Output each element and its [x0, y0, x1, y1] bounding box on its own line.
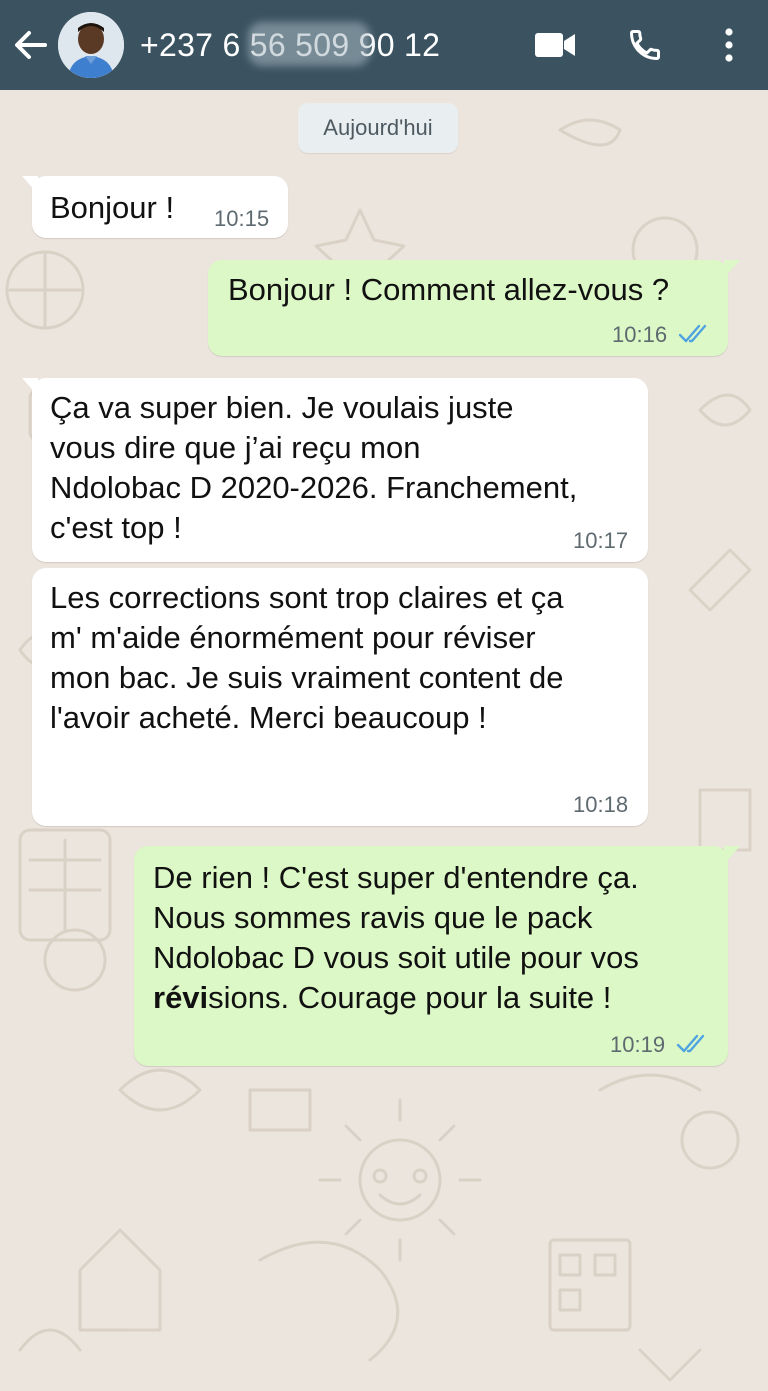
more-options-button[interactable] — [690, 0, 768, 90]
message-line: Les corrections sont trop claires et ça — [50, 580, 564, 615]
read-double-check-icon — [676, 1034, 705, 1053]
message-line: Ndolobac D vous soit utile pour vos — [153, 940, 639, 975]
message-line: De rien ! C'est super d'entendre ça. — [153, 860, 639, 895]
message-text: Bonjour ! — [50, 190, 175, 225]
back-arrow-icon — [15, 31, 47, 59]
message-text: Bonjour ! Comment allez-vous ? — [228, 272, 670, 307]
message-time: 10:15 — [214, 206, 270, 231]
bubble-tail — [724, 846, 740, 864]
message-line: mon bac. Je suis vraiment content de — [50, 660, 564, 695]
message-line: m' m'aide énormément pour réviser — [50, 620, 536, 655]
bubble-tail — [22, 176, 38, 194]
message-line: c'est top ! — [50, 510, 182, 545]
message-bubble-outgoing[interactable]: De rien ! C'est super d'entendre ça. Nou… — [134, 846, 740, 1066]
message-line: Nous sommes ravis que le pack — [153, 900, 593, 935]
avatar[interactable] — [58, 12, 124, 78]
chat-header: +237 6 56 509 90 12 — [0, 0, 768, 90]
message-line: vous dire que j’ai reçu mon — [50, 430, 421, 465]
message-line: Ça va super bien. Je voulais juste — [50, 390, 514, 425]
message-line-rest: sions. Courage pour la suite ! — [208, 980, 612, 1015]
voice-call-button[interactable] — [600, 0, 690, 90]
message-bubble-incoming[interactable]: Bonjour ! 10:15 — [22, 176, 288, 238]
message-time: 10:18 — [573, 792, 629, 817]
message-line: Ndolobac D 2020-2026. Franchement, — [50, 470, 578, 505]
phone-icon — [630, 30, 660, 60]
bold-fragment: révi — [153, 980, 209, 1015]
message-bubble-incoming[interactable]: Les corrections sont trop claires et ça … — [32, 568, 648, 826]
message-line: l'avoir acheté. Merci beaucoup ! — [50, 700, 487, 735]
message-time: 10:16 — [612, 322, 668, 347]
message-bubble-incoming[interactable]: Ça va super bien. Je voulais juste vous … — [22, 378, 648, 562]
message-time: 10:19 — [610, 1032, 666, 1057]
read-double-check-icon — [678, 324, 707, 343]
video-call-icon — [535, 33, 575, 57]
message-bubble-outgoing[interactable]: Bonjour ! Comment allez-vous ? 10:16 — [208, 260, 740, 356]
message-time: 10:17 — [573, 528, 629, 553]
bubble-tail — [22, 378, 38, 396]
more-vert-icon — [725, 28, 733, 62]
contact-info[interactable]: +237 6 56 509 90 12 — [140, 0, 440, 90]
video-call-button[interactable] — [510, 0, 600, 90]
back-button[interactable] — [2, 0, 58, 90]
date-separator: Aujourd'hui — [298, 103, 458, 153]
message-line: révisions. Courage pour la suite ! — [153, 978, 639, 1018]
bubble-tail — [724, 260, 740, 278]
number-blur — [248, 22, 370, 66]
